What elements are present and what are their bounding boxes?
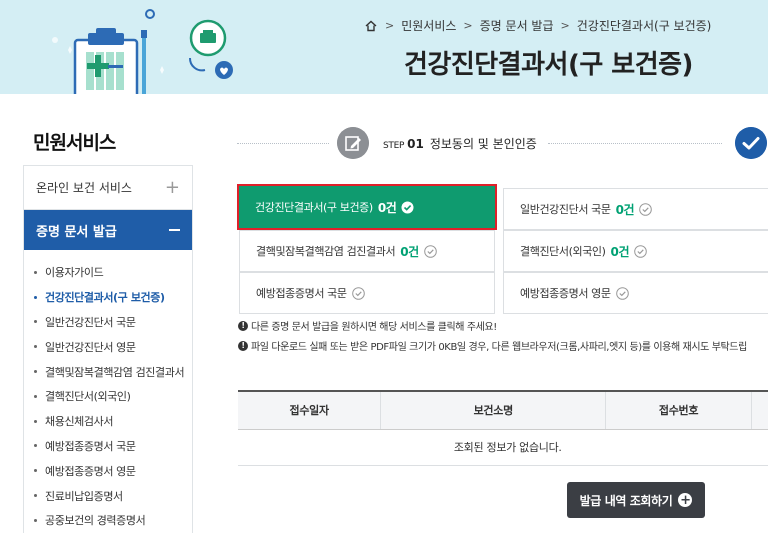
step-divider — [548, 143, 722, 144]
home-icon[interactable] — [364, 19, 378, 33]
check-circle-icon — [634, 244, 647, 258]
sidebar-item-employment-exam[interactable]: 채용신체검사서 — [24, 409, 192, 434]
check-circle-icon — [615, 286, 629, 300]
step-divider — [237, 143, 329, 144]
column-header-received-date: 접수일자 — [238, 391, 382, 430]
header-banner: > 민원서비스 > 증명 문서 발급 > 건강진단결과서(구 보건증) 건강진단… — [0, 0, 768, 94]
check-circle-icon — [351, 286, 365, 300]
sidebar-item-public-health-career[interactable]: 공중보건의 경력증명서 — [24, 508, 192, 533]
column-header-receipt-number: 접수번호 — [605, 391, 752, 430]
sidebar-section-label: 증명 문서 발급 — [36, 224, 117, 240]
empty-table-message: 조회된 정보가 없습니다. — [238, 429, 768, 466]
step-label: STEP 01 정보동의 및 본인인증 — [383, 137, 537, 151]
table-row: 조회된 정보가 없습니다. — [238, 429, 768, 466]
sidebar-item-vaccination-en[interactable]: 예방접종증명서 영문 — [24, 458, 192, 483]
notice-other-certificate: ! 다른 증명 문서 발급을 원하시면 해당 서비스를 클릭해 주세요! — [238, 318, 497, 333]
breadcrumb-separator-icon: > — [560, 19, 570, 32]
notice-download-failure: ! 파일 다운로드 실패 또는 받은 PDF파일 크기가 0KB일 경우, 다른… — [238, 338, 747, 353]
sidebar-item-tb-diagnosis-foreigner[interactable]: 결핵진단서(외국인) — [24, 384, 192, 409]
table-header-row: 접수일자 보건소명 접수번호 — [238, 391, 768, 430]
sidebar-item-tb-screening[interactable]: 결핵및잠복결핵감염 검진결과서 — [24, 359, 192, 384]
edit-document-icon — [337, 127, 369, 159]
info-icon: ! — [238, 320, 248, 331]
sidebar-item-vaccination-kr[interactable]: 예방접종증명서 국문 — [24, 434, 192, 459]
doc-button-vaccination-en[interactable]: 예방접종증명서 영문 — [503, 272, 768, 314]
doc-button-vaccination-kr[interactable]: 예방접종증명서 국문 — [239, 272, 495, 314]
sidebar-item-label: 온라인 보건 서비스 — [36, 181, 132, 195]
breadcrumb-item-current: 건강진단결과서(구 보건증) — [576, 19, 712, 33]
doc-button-tb-screening[interactable]: 결핵및잠복결핵감염 검진결과서 0건 — [239, 230, 495, 272]
column-header-health-center: 보건소명 — [380, 391, 607, 430]
sidebar-item-general-health-en[interactable]: 일반건강진단서 영문 — [24, 334, 192, 359]
page-title: 건강진단결과서(구 보건증) — [404, 50, 693, 80]
breadcrumb: > 민원서비스 > 증명 문서 발급 > 건강진단결과서(구 보건증) — [364, 17, 711, 34]
sidebar-item-general-health-kr[interactable]: 일반건강진단서 국문 — [24, 310, 192, 335]
selection-highlight — [237, 184, 497, 230]
collapse-minus-icon — [169, 229, 180, 231]
breadcrumb-item-certificate[interactable]: 증명 문서 발급 — [480, 17, 554, 34]
breadcrumb-separator-icon: > — [463, 19, 473, 32]
sidebar-item-user-guide[interactable]: 이용자가이드 — [24, 260, 192, 285]
step-check-icon — [735, 127, 767, 159]
health-certificate-illustration — [52, 9, 233, 94]
breadcrumb-separator-icon: > — [385, 19, 395, 32]
check-circle-icon — [423, 244, 437, 258]
doc-button-general-health-kr[interactable]: 일반건강진단서 국문 0건 — [503, 188, 768, 230]
sidebar-section-certificate[interactable]: 증명 문서 발급 — [24, 210, 192, 250]
info-icon: ! — [238, 340, 248, 351]
expand-plus-icon: + — [164, 177, 180, 198]
view-history-button[interactable]: 발급 내역 조회하기 + — [567, 482, 705, 518]
sidebar-heading: 민원서비스 — [33, 132, 116, 154]
breadcrumb-item-civil-service[interactable]: 민원서비스 — [401, 17, 456, 34]
doc-button-tb-diagnosis-foreigner[interactable]: 결핵진단서(외국인) 0건 — [503, 230, 768, 272]
sidebar-item-medical-payment[interactable]: 진료비납입증명서 — [24, 483, 192, 508]
column-header-extra — [751, 391, 768, 430]
sidebar: 온라인 보건 서비스 + 증명 문서 발급 이용자가이드 건강진단결과서(구 보… — [23, 165, 193, 533]
sidebar-item-health-certificate[interactable]: 건강진단결과서(구 보건증) — [24, 285, 192, 310]
plus-circle-icon: + — [678, 492, 693, 508]
check-circle-icon — [639, 202, 652, 216]
issuance-history-table: 접수일자 보건소명 접수번호 조회된 정보가 없습니다. — [238, 390, 768, 466]
sidebar-item-online-health[interactable]: 온라인 보건 서비스 + — [24, 166, 192, 210]
sidebar-submenu: 이용자가이드 건강진단결과서(구 보건증) 일반건강진단서 국문 일반건강진단서… — [24, 250, 192, 533]
